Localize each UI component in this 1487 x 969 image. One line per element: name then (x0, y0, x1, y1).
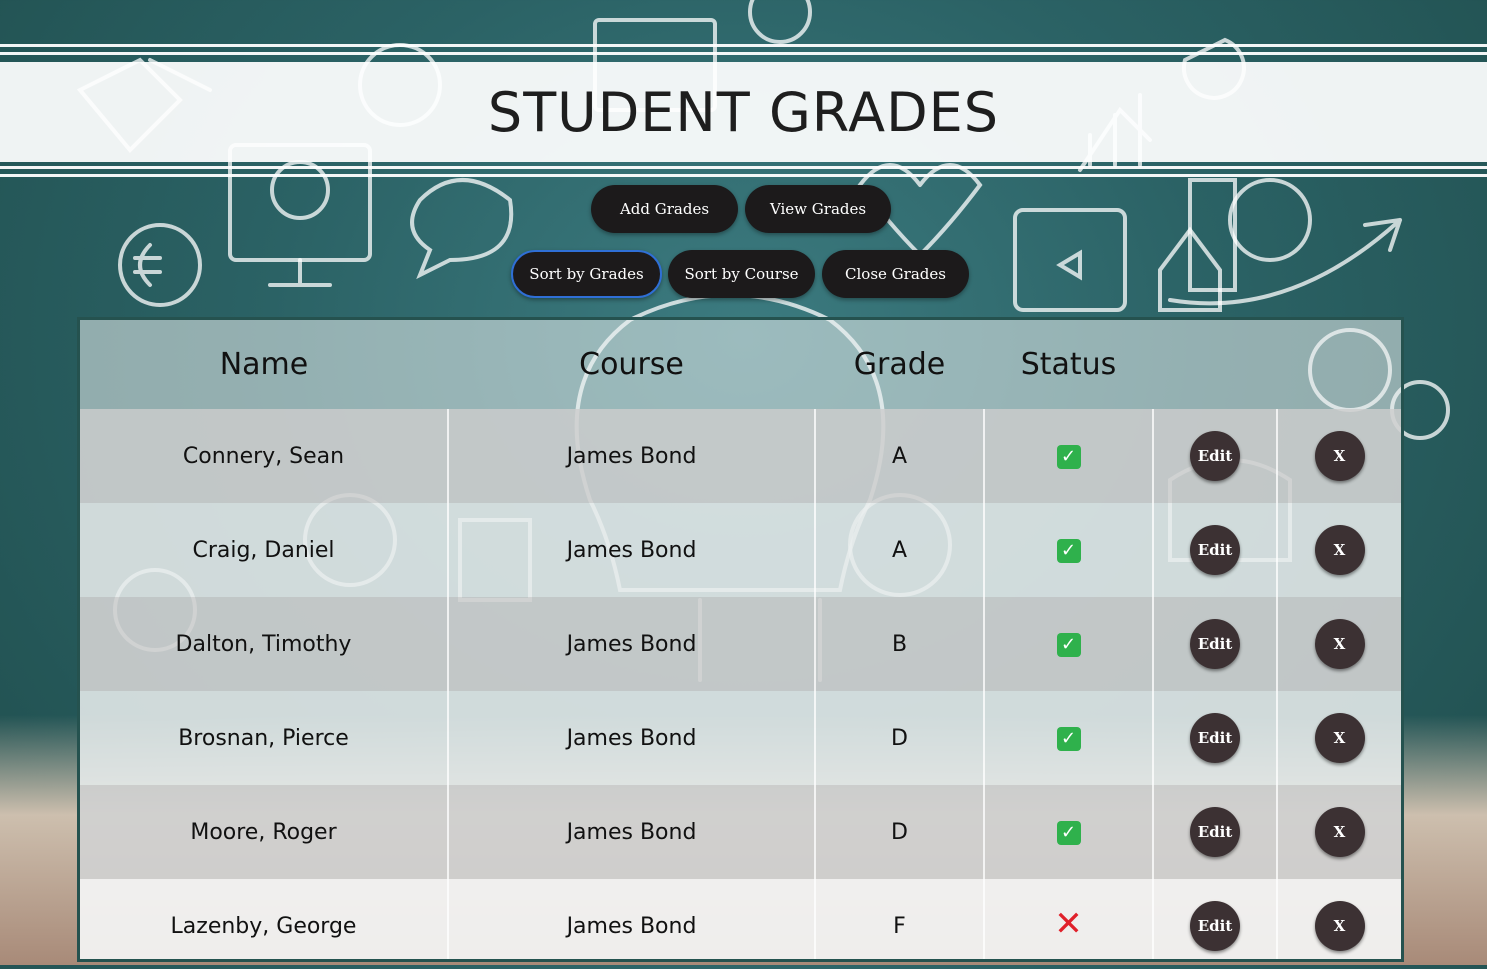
cell-name: Dalton, Timothy (80, 597, 449, 691)
cell-course: James Bond (448, 879, 816, 959)
cell-edit: Edit (1153, 597, 1278, 691)
edit-button[interactable]: Edit (1190, 525, 1240, 575)
header-edit (1153, 320, 1277, 409)
cell-delete: X (1277, 691, 1401, 785)
cell-delete: X (1277, 597, 1401, 691)
checkmark-icon: ✓ (1056, 445, 1081, 469)
delete-button[interactable]: X (1314, 901, 1365, 951)
cell-grade: D (815, 691, 985, 785)
cell-course: James Bond (448, 597, 816, 691)
cell-edit: Edit (1153, 409, 1278, 503)
edit-button[interactable]: Edit (1190, 619, 1240, 669)
header-course: Course (579, 347, 684, 382)
cell-name: Connery, Sean (80, 409, 449, 503)
header-grade: Grade (853, 347, 946, 382)
checkmark-icon: ✓ (1056, 727, 1081, 751)
grades-table: Name Course Grade Status Connery, Sean Ja… (77, 317, 1404, 962)
table-row: Brosnan, Pierce James Bond D ✓ Edit X (80, 691, 1401, 785)
edit-button[interactable]: Edit (1190, 713, 1240, 763)
cell-delete: X (1277, 879, 1401, 959)
cell-edit: Edit (1153, 503, 1278, 597)
checkmark-icon: ✓ (1056, 821, 1081, 845)
header-name: Name (219, 347, 309, 382)
cell-status: ✓ (984, 691, 1154, 785)
cell-delete: X (1277, 503, 1401, 597)
cell-name: Moore, Roger (80, 785, 449, 879)
cell-edit: Edit (1153, 879, 1278, 959)
cell-edit: Edit (1153, 691, 1278, 785)
close-grades-button[interactable]: Close Grades (822, 250, 969, 298)
cell-name: Lazenby, George (80, 879, 449, 959)
view-grades-button[interactable]: View Grades (745, 185, 891, 233)
header-delete (1277, 320, 1401, 409)
edit-button[interactable]: Edit (1190, 431, 1240, 481)
cell-delete: X (1277, 785, 1401, 879)
cell-status: ✓ (984, 785, 1154, 879)
header-status: Status (1020, 347, 1117, 382)
cell-course: James Bond (448, 785, 816, 879)
sort-by-grades-button[interactable]: Sort by Grades (511, 250, 662, 298)
cell-status: ✕ (984, 879, 1154, 959)
delete-button[interactable]: X (1314, 619, 1365, 669)
delete-button[interactable]: X (1314, 431, 1365, 481)
table-row: Connery, Sean James Bond A ✓ Edit X (80, 409, 1401, 503)
sort-by-course-button[interactable]: Sort by Course (668, 250, 815, 298)
delete-button[interactable]: X (1314, 807, 1365, 857)
cell-status: ✓ (984, 503, 1154, 597)
chalk-line (0, 174, 1487, 177)
cell-status: ✓ (984, 409, 1154, 503)
cell-name: Craig, Daniel (80, 503, 449, 597)
cell-status: ✓ (984, 597, 1154, 691)
table-header-row: Name Course Grade Status (80, 320, 1401, 409)
table-row: Lazenby, George James Bond F ✕ Edit X (80, 879, 1401, 959)
delete-button[interactable]: X (1314, 525, 1365, 575)
cell-name: Brosnan, Pierce (80, 691, 449, 785)
title-banner: STUDENT GRADES (0, 62, 1487, 162)
cell-grade: A (815, 409, 985, 503)
cell-grade: B (815, 597, 985, 691)
table-row: Dalton, Timothy James Bond B ✓ Edit X (80, 597, 1401, 691)
chalk-line (0, 52, 1487, 55)
cell-grade: A (815, 503, 985, 597)
checkmark-icon: ✓ (1056, 633, 1081, 657)
cell-grade: D (815, 785, 985, 879)
add-grades-button[interactable]: Add Grades (591, 185, 738, 233)
cell-course: James Bond (448, 503, 816, 597)
cell-course: James Bond (448, 409, 816, 503)
cell-delete: X (1277, 409, 1401, 503)
table-row: Craig, Daniel James Bond A ✓ Edit X (80, 503, 1401, 597)
chalk-line (0, 166, 1487, 169)
cell-grade: F (815, 879, 985, 959)
edit-button[interactable]: Edit (1190, 807, 1240, 857)
checkmark-icon: ✓ (1056, 539, 1081, 563)
cell-edit: Edit (1153, 785, 1278, 879)
chalk-line (0, 44, 1487, 47)
edit-button[interactable]: Edit (1190, 901, 1240, 951)
table-row: Moore, Roger James Bond D ✓ Edit X (80, 785, 1401, 879)
cross-icon: ✕ (1054, 903, 1083, 944)
page-title: STUDENT GRADES (487, 80, 1000, 144)
cell-course: James Bond (448, 691, 816, 785)
delete-button[interactable]: X (1314, 713, 1365, 763)
